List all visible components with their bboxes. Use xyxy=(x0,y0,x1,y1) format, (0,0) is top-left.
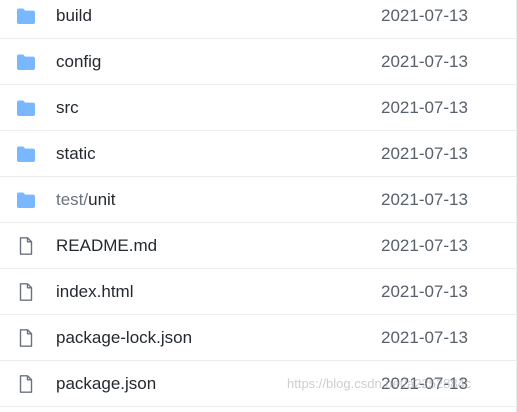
item-date: 2021-07-13 xyxy=(381,281,468,301)
list-item-readme[interactable]: README.md 2021-07-13 xyxy=(0,223,517,269)
item-date: 2021-07-13 xyxy=(381,189,468,209)
list-item-test-unit[interactable]: test/unit 2021-07-13 xyxy=(0,177,517,223)
item-name[interactable]: index.html xyxy=(56,282,133,302)
item-name[interactable]: config xyxy=(56,52,101,72)
folder-icon xyxy=(17,54,35,70)
folder-icon xyxy=(17,146,35,162)
item-date: 2021-07-13 xyxy=(381,5,468,25)
item-name[interactable]: static xyxy=(56,144,96,164)
item-name[interactable]: src xyxy=(56,98,79,118)
file-icon xyxy=(19,236,33,255)
folder-icon xyxy=(17,8,35,24)
file-icon xyxy=(19,282,33,301)
folder-icon xyxy=(17,192,35,208)
list-item-src[interactable]: src 2021-07-13 xyxy=(0,85,517,131)
watermark: https://blog.csdn.net/a2252884c xyxy=(287,376,472,391)
file-list: build 2021-07-13 config 2021-07-13 src 2… xyxy=(0,0,517,412)
list-item-package-lock[interactable]: package-lock.json 2021-07-13 xyxy=(0,315,517,361)
list-item-build[interactable]: build 2021-07-13 xyxy=(0,0,517,39)
list-item-config[interactable]: config 2021-07-13 xyxy=(0,39,517,85)
item-name[interactable]: package.json xyxy=(56,374,156,394)
item-date: 2021-07-13 xyxy=(381,97,468,117)
list-item-static[interactable]: static 2021-07-13 xyxy=(0,131,517,177)
item-name[interactable]: test/unit xyxy=(56,190,116,210)
folder-icon xyxy=(17,100,35,116)
file-icon xyxy=(19,374,33,393)
item-date: 2021-07-13 xyxy=(381,235,468,255)
file-icon xyxy=(19,328,33,347)
item-date: 2021-07-13 xyxy=(381,51,468,71)
item-date: 2021-07-13 xyxy=(381,143,468,163)
list-item-index-html[interactable]: index.html 2021-07-13 xyxy=(0,269,517,315)
item-name-prefix: test/ xyxy=(56,189,89,209)
item-name[interactable]: build xyxy=(56,6,92,26)
item-name[interactable]: README.md xyxy=(56,236,157,256)
item-name-leaf: unit xyxy=(88,189,116,209)
item-name[interactable]: package-lock.json xyxy=(56,328,192,348)
item-date: 2021-07-13 xyxy=(381,327,468,347)
